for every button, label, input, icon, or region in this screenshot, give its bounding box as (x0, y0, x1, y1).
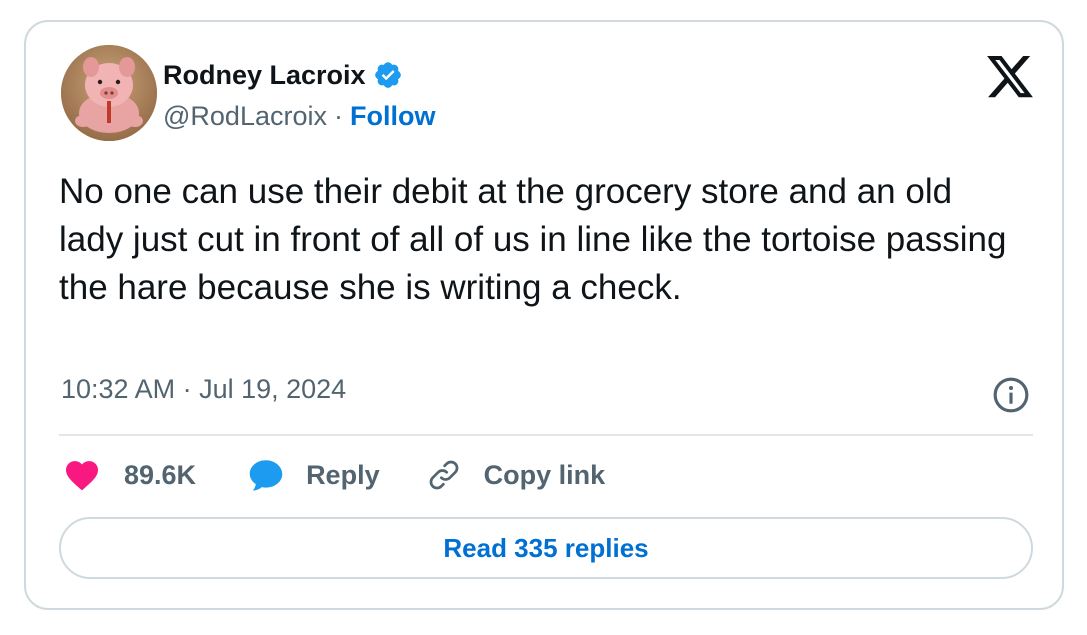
author-name-row: Rodney Lacroix (163, 56, 403, 94)
separator-dot: · (333, 100, 343, 131)
read-replies-button[interactable]: Read 335 replies (59, 517, 1033, 579)
tweet-text: No one can use their debit at the grocer… (59, 172, 1007, 307)
copy-link-button[interactable]: Copy link (426, 457, 606, 493)
like-button[interactable]: 89.6K (64, 459, 196, 491)
avatar-image (61, 45, 157, 141)
avatar[interactable] (61, 45, 157, 141)
tweet-timestamp[interactable]: 10:32 AM · Jul 19, 2024 (61, 374, 346, 405)
reply-label: Reply (306, 459, 380, 490)
reply-bubble-icon (248, 458, 284, 492)
tweet-card: Rodney Lacroix @RodLacroix · Follow No o… (24, 20, 1064, 610)
verified-badge-icon (373, 60, 403, 90)
divider (59, 434, 1033, 436)
heart-icon (64, 459, 100, 491)
follow-button[interactable]: Follow (350, 101, 435, 132)
x-logo-icon[interactable] (987, 56, 1033, 98)
author-name[interactable]: Rodney Lacroix (163, 60, 366, 91)
info-icon[interactable] (992, 376, 1030, 414)
author-handle-row: @RodLacroix · Follow (163, 98, 435, 134)
copy-link-label: Copy link (483, 459, 606, 490)
like-count: 89.6K (124, 459, 197, 490)
author-handle[interactable]: @RodLacroix (163, 101, 327, 132)
reply-button[interactable]: Reply (248, 458, 380, 492)
link-icon (426, 457, 462, 493)
action-bar: 89.6K Reply Copy link (64, 454, 605, 496)
